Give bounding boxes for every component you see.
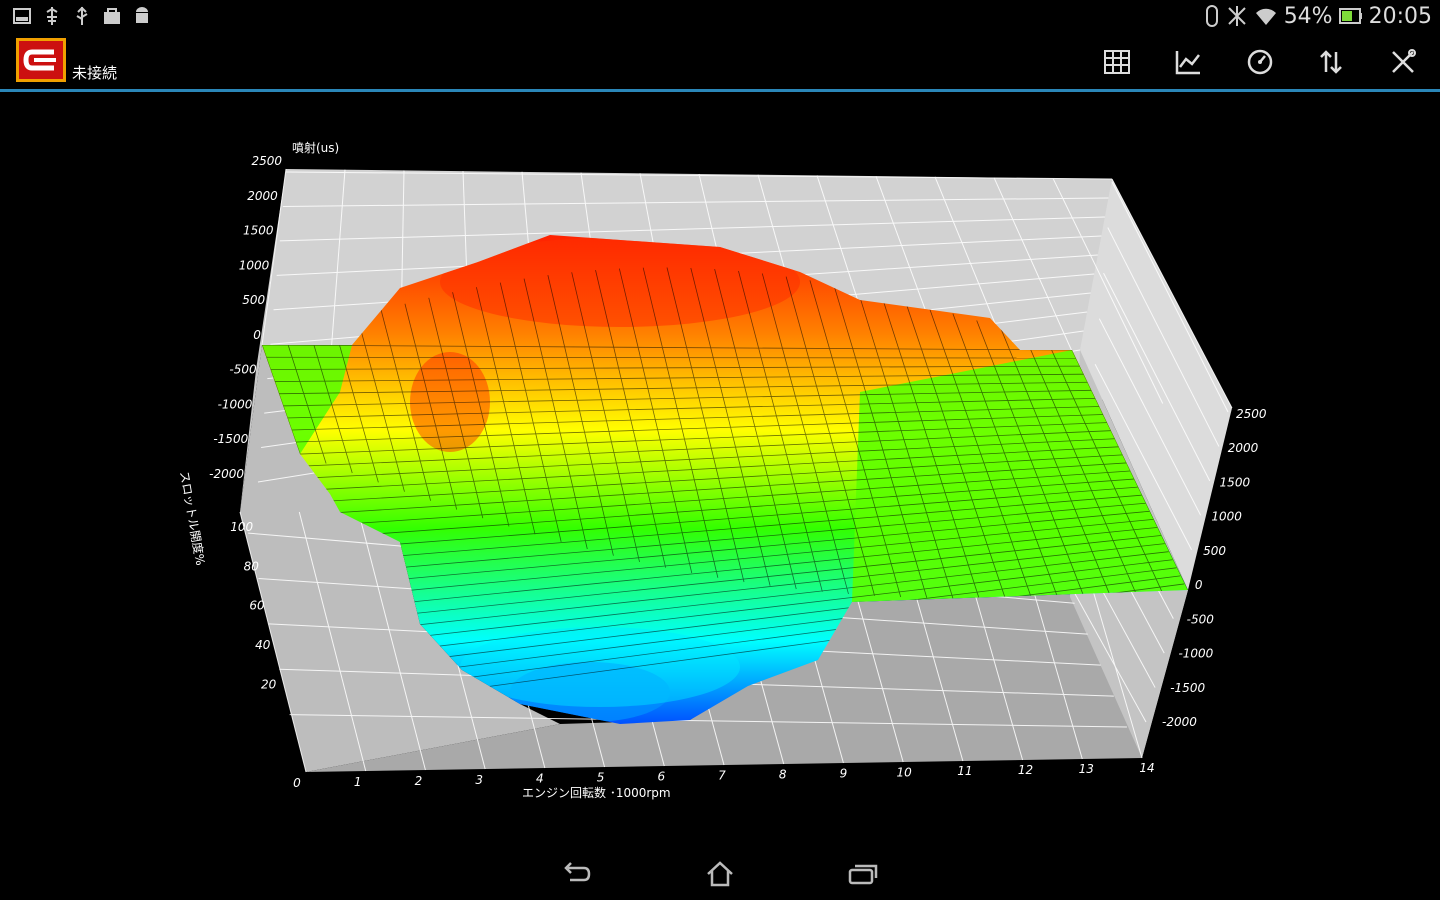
y-tick-label: 80 xyxy=(244,559,260,573)
z-axis-title: 噴射(us) xyxy=(292,140,339,155)
chart-area[interactable]: 0 1 2 3 4 5 6 7 8 9 10 11 12 13 14 20 40 60 80 100 2500 2000 1… xyxy=(0,92,1440,844)
z-tick-label-right: -1500 xyxy=(1170,681,1205,695)
z-tick-label-left: 1500 xyxy=(243,224,274,238)
bluetooth-icon xyxy=(1205,5,1218,27)
z-tick-label-right: 1500 xyxy=(1220,475,1251,489)
line-chart-icon xyxy=(1175,51,1200,75)
navigation-bar xyxy=(0,844,1440,900)
x-tick-label: 11 xyxy=(957,764,972,778)
status-bar: 54% 20:05 xyxy=(0,0,1440,32)
tools-icon xyxy=(1392,49,1416,73)
home-icon xyxy=(707,861,733,887)
x-tick-label: 8 xyxy=(779,767,787,781)
gauge-view-button[interactable] xyxy=(1238,40,1282,84)
usb-icon xyxy=(76,6,88,25)
x-tick-label: 1 xyxy=(354,775,362,789)
home-button[interactable] xyxy=(695,854,745,894)
x-tick-label: 2 xyxy=(415,774,423,788)
z-tick-label-right: 500 xyxy=(1203,544,1226,558)
x-tick-label: 9 xyxy=(840,766,848,780)
z-tick-label-left: -500 xyxy=(229,363,257,377)
z-tick-label-left: -1000 xyxy=(218,397,253,411)
x-axis-title: エンジン回転数 ･1000rpm xyxy=(522,785,671,800)
z-tick-label-left: 2500 xyxy=(251,154,282,168)
z-tick-label-right: 0 xyxy=(1195,578,1203,592)
y-axis-title: スロットル開度% xyxy=(177,470,208,567)
surface-chart[interactable]: 0 1 2 3 4 5 6 7 8 9 10 11 12 13 1420406080100250020001… xyxy=(0,92,1440,844)
y-tick-label: 100 xyxy=(230,520,253,534)
action-bar: 未接続 xyxy=(0,32,1440,90)
z-tick-label-right: 2500 xyxy=(1236,407,1267,421)
x-tick-label: 3 xyxy=(475,773,483,787)
x-tick-label: 7 xyxy=(718,769,726,783)
y-tick-label: 60 xyxy=(249,599,265,613)
wifi-icon xyxy=(1255,8,1276,25)
recents-icon xyxy=(848,864,878,885)
back-icon xyxy=(564,862,591,882)
android-icon xyxy=(136,7,148,23)
z-tick-label-right: -2000 xyxy=(1162,715,1197,729)
grid-icon xyxy=(1104,50,1130,74)
battery-icon xyxy=(1338,8,1362,24)
bag-icon xyxy=(104,8,120,24)
x-tick-label: 14 xyxy=(1139,761,1154,775)
transfer-button[interactable] xyxy=(1309,40,1353,84)
z-tick-label-left: 1000 xyxy=(239,258,270,272)
recents-button[interactable] xyxy=(838,854,888,894)
z-tick-label-right: -1000 xyxy=(1178,647,1213,661)
mute-icon xyxy=(1227,6,1246,26)
x-tick-label: 6 xyxy=(657,770,665,784)
x-tick-label: 0 xyxy=(293,776,301,790)
app-logo[interactable] xyxy=(16,38,66,82)
battery-percent: 54% xyxy=(1283,3,1333,29)
y-tick-label: 40 xyxy=(255,638,271,652)
clock: 20:05 xyxy=(1368,3,1432,29)
x-tick-label: 13 xyxy=(1079,762,1094,776)
screenshot-icon xyxy=(13,8,31,24)
z-tick-label-left: 2000 xyxy=(247,189,278,203)
sort-updown-icon xyxy=(1320,50,1342,74)
z-tick-label-left: -1500 xyxy=(213,432,248,446)
usb-debug-icon xyxy=(46,7,58,25)
graph-view-button[interactable] xyxy=(1166,40,1210,84)
back-button[interactable] xyxy=(552,854,602,894)
x-tick-label: 10 xyxy=(897,765,913,779)
y-tick-label: 20 xyxy=(261,678,277,692)
connection-status: 未接続 xyxy=(72,64,118,82)
z-tick-label-right: -500 xyxy=(1187,612,1215,626)
x-tick-label: 5 xyxy=(597,771,605,785)
z-tick-label-left: 0 xyxy=(253,328,261,342)
x-tick-label: 12 xyxy=(1018,763,1033,777)
z-tick-label-right: 2000 xyxy=(1228,441,1259,455)
gauge-icon xyxy=(1247,49,1273,75)
settings-button[interactable] xyxy=(1381,40,1425,84)
x-tick-label: 4 xyxy=(536,772,544,786)
table-view-button[interactable] xyxy=(1095,40,1139,84)
z-tick-label-left: -2000 xyxy=(209,467,244,481)
z-tick-label-left: 500 xyxy=(242,293,265,307)
z-tick-label-right: 1000 xyxy=(1211,510,1242,524)
